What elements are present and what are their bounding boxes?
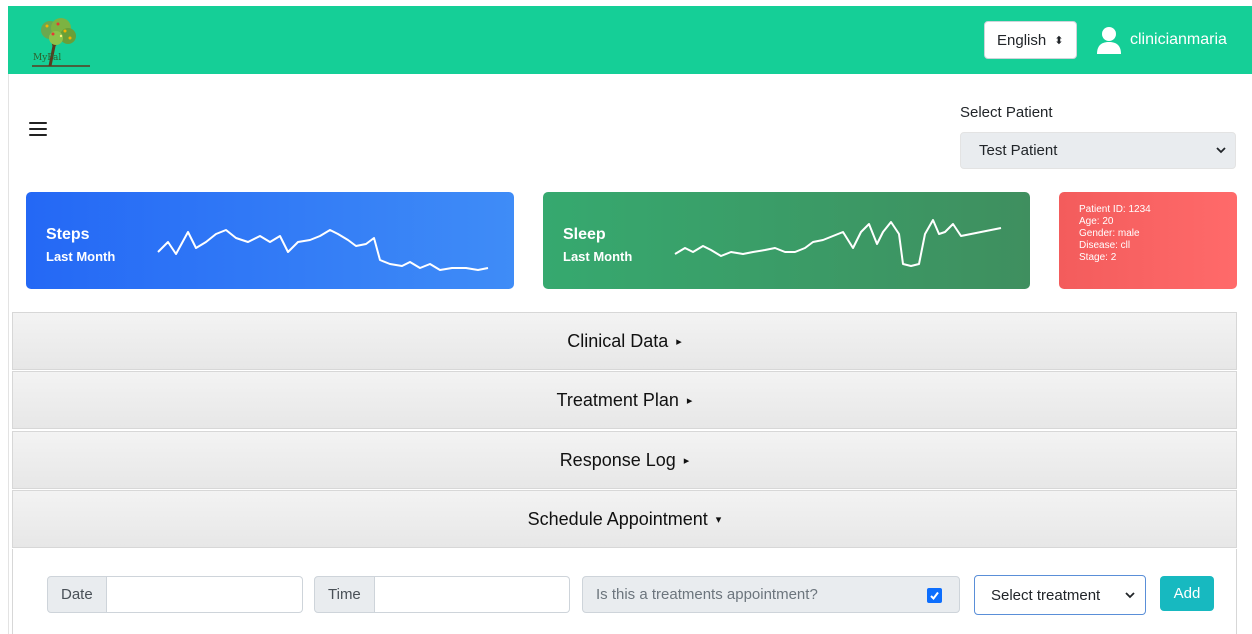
checkmark-icon <box>930 591 939 601</box>
patient-gender: Gender: male <box>1079 228 1140 239</box>
steps-sparkline <box>157 229 489 271</box>
select-patient-label: Select Patient <box>960 104 1053 121</box>
top-navbar: MyPal English ⬍ clinicianmaria <box>8 6 1252 74</box>
treatment-select-value: Select treatment <box>991 586 1101 604</box>
time-input[interactable] <box>374 576 570 613</box>
caret-right-icon: ▸ <box>686 394 693 407</box>
sleep-sparkline <box>674 219 1002 267</box>
user-menu[interactable]: clinicianmaria <box>1096 22 1227 58</box>
date-label: Date <box>47 576 107 613</box>
clinical-data-section[interactable]: Clinical Data ▸ <box>12 312 1237 370</box>
patient-stage: Stage: 2 <box>1079 252 1117 263</box>
time-label: Time <box>314 576 375 613</box>
logo-text: MyPal <box>33 53 62 63</box>
treatment-question: Is this a treatments appointment? <box>596 586 818 603</box>
schedule-appointment-section[interactable]: Schedule Appointment ▾ <box>12 490 1237 548</box>
schedule-appointment-label: Schedule Appointment <box>527 508 708 529</box>
user-icon <box>1097 27 1121 54</box>
treatment-plan-section[interactable]: Treatment Plan ▸ <box>12 371 1237 429</box>
chevron-down-icon <box>1125 592 1135 599</box>
treatment-checkbox[interactable] <box>927 588 942 603</box>
response-log-section[interactable]: Response Log ▸ <box>12 431 1237 489</box>
clinical-data-label: Clinical Data <box>567 330 669 351</box>
treatment-appointment-group: Is this a treatments appointment? <box>582 576 960 613</box>
patient-select-value: Test Patient <box>979 142 1058 159</box>
patient-select[interactable]: Test Patient <box>960 132 1236 169</box>
hamburger-menu-icon[interactable] <box>29 122 47 136</box>
date-input[interactable] <box>106 576 303 613</box>
patient-info-card: Patient ID: 1234 Age: 20 Gender: male Di… <box>1059 192 1237 289</box>
treatment-plan-label: Treatment Plan <box>556 389 679 410</box>
add-button[interactable]: Add <box>1160 576 1214 611</box>
response-log-label: Response Log <box>559 449 676 470</box>
caret-down-icon: ▾ <box>715 513 722 526</box>
username: clinicianmaria <box>1130 31 1227 48</box>
time-input-group: Time <box>314 576 570 613</box>
mypal-logo[interactable]: MyPal <box>28 16 92 68</box>
chevron-down-icon <box>1216 147 1226 154</box>
updown-icon: ⬍ <box>1054 34 1064 47</box>
treatment-select[interactable]: Select treatment <box>974 575 1146 615</box>
steps-card[interactable]: Steps Last Month <box>26 192 514 289</box>
caret-right-icon: ▸ <box>683 454 690 467</box>
date-input-group: Date <box>47 576 303 613</box>
language-select[interactable]: English ⬍ <box>984 21 1077 59</box>
sleep-card[interactable]: Sleep Last Month <box>543 192 1030 289</box>
patient-disease: Disease: cll <box>1079 240 1131 251</box>
patient-id: Patient ID: 1234 <box>1079 204 1151 215</box>
patient-age: Age: 20 <box>1079 216 1114 227</box>
caret-right-icon: ▸ <box>676 335 682 348</box>
language-value: English <box>997 31 1047 49</box>
